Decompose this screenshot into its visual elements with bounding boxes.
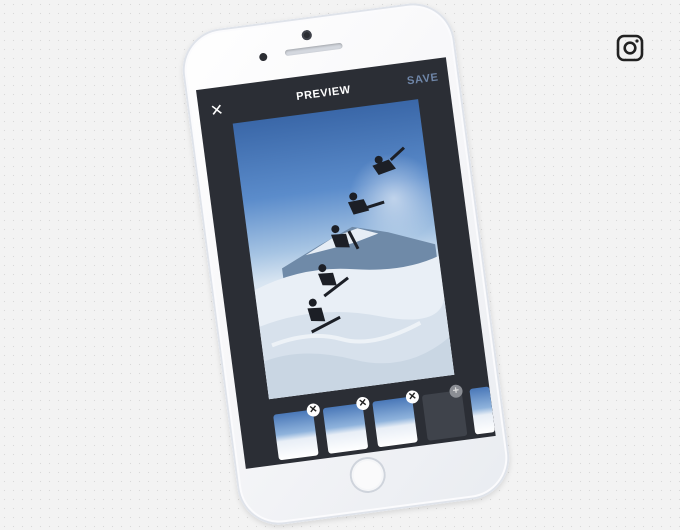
clip-thumbnail[interactable]	[372, 396, 418, 448]
home-button[interactable]	[347, 454, 388, 496]
save-button[interactable]: SAVE	[406, 71, 439, 87]
instagram-icon	[616, 34, 644, 62]
clip-thumbnail[interactable]	[322, 403, 369, 454]
earpiece-speaker	[284, 42, 343, 57]
remove-clip-icon[interactable]: ✕	[305, 402, 321, 418]
remove-clip-icon[interactable]: ✕	[355, 396, 371, 411]
empty-clip-slot[interactable]	[421, 390, 468, 441]
front-camera-icon	[258, 52, 268, 62]
clip-number: 1	[298, 463, 303, 469]
remove-clip-icon[interactable]: ✕	[405, 389, 420, 405]
clip-number: 3	[397, 450, 402, 457]
snowboard-sequence-photo	[254, 146, 455, 400]
camera-lens-icon	[301, 29, 313, 41]
app-screen: ✕ PREVIEW SAVE ✕ 1 ✕ 2 ✕ 3 + 4	[196, 57, 496, 469]
preview-image[interactable]	[232, 99, 455, 400]
clip-thumbnail[interactable]	[273, 409, 319, 461]
clip-thumbnail[interactable]	[469, 386, 496, 435]
clip-number: 4	[446, 443, 451, 451]
phone-mockup: ✕ PREVIEW SAVE ✕ 1 ✕ 2 ✕ 3 + 4	[177, 0, 515, 530]
